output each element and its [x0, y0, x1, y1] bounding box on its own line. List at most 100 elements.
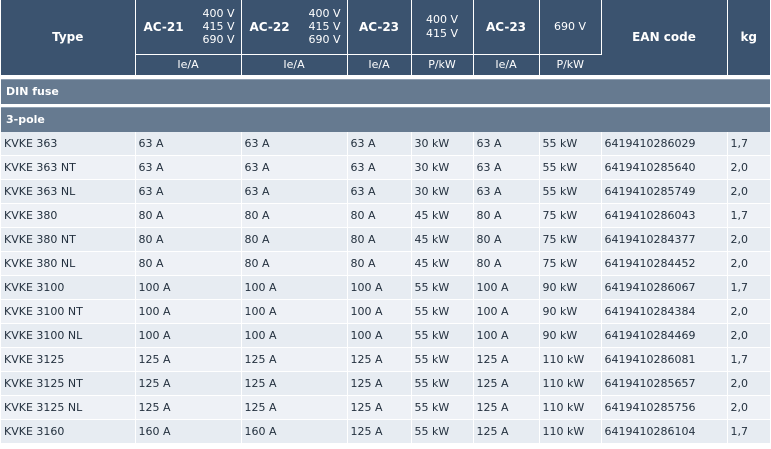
col-header-ac22: AC-22 400 V 415 V 690 V [241, 0, 348, 55]
col-header-volts-690: 690 V [539, 0, 602, 55]
cell-ac22-ie: 160 A [241, 419, 348, 444]
cell-ac21-ie: 80 A [135, 227, 242, 252]
table-row: KVKE 380 80 A 80 A 80 A 45 kW 80 A 75 kW 641941… [1, 203, 770, 228]
ac21-label: AC-21 [143, 19, 184, 34]
unit-ie-a-3: Ie/A [347, 54, 412, 76]
unit-p-kw-2: P/kW [539, 54, 601, 76]
table-row: KVKE 3125 125 A 125 A 125 A 55 kW 125 A 110 kW… [1, 347, 770, 372]
unit-ie-a-2: Ie/A [241, 54, 348, 76]
cell-ac23-ie-690: 125 A [473, 347, 540, 372]
cell-ean: 6419410286029 [601, 131, 728, 156]
table-row: KVKE 3125 NT 125 A 125 A 125 A 55 kW 125 A 110… [1, 371, 770, 396]
cell-ac23-ie-690: 80 A [473, 227, 540, 252]
cell-ac23-p-690: 110 kW [539, 347, 602, 372]
cell-ean: 6419410286043 [601, 203, 728, 228]
ac22-volts: 400 V 415 V 690 V [308, 7, 341, 47]
cell-ac21-ie: 63 A [135, 131, 242, 156]
cell-ac21-ie: 125 A [135, 395, 242, 420]
cell-type: KVKE 3100 NL [1, 323, 136, 348]
cell-ac23-ie: 100 A [347, 299, 412, 324]
cell-ac23-p-400: 55 kW [411, 299, 474, 324]
cell-ac22-ie: 63 A [241, 155, 348, 180]
cell-type: KVKE 3125 [1, 347, 136, 372]
section-din-fuse: DIN fuse [1, 78, 770, 104]
cell-kg: 2,0 [727, 179, 770, 204]
cell-ac23-p-690: 90 kW [539, 299, 602, 324]
table-row: KVKE 3100 NT 100 A 100 A 100 A 55 kW 100 A 90 … [1, 299, 770, 324]
cell-type: KVKE 3100 [1, 275, 136, 300]
cell-kg: 1,7 [727, 131, 770, 156]
cell-kg: 2,0 [727, 395, 770, 420]
cell-ac23-ie: 100 A [347, 275, 412, 300]
col-header-ac23-a: AC-23 [347, 0, 412, 55]
cell-ean: 6419410284469 [601, 323, 728, 348]
ac21-volts: 400 V 415 V 690 V [202, 7, 235, 47]
cell-kg: 1,7 [727, 347, 770, 372]
cell-ac23-ie: 63 A [347, 131, 412, 156]
cell-type: KVKE 363 [1, 131, 136, 156]
cell-ac23-ie: 80 A [347, 227, 412, 252]
cell-ac23-ie-690: 100 A [473, 275, 540, 300]
cell-ac23-p-400: 30 kW [411, 179, 474, 204]
table-row: KVKE 3125 NL 125 A 125 A 125 A 55 kW 125 A 110… [1, 395, 770, 420]
col-header-type: Type [1, 0, 136, 76]
section-3-pole: 3-pole [1, 106, 770, 132]
cell-kg: 2,0 [727, 323, 770, 348]
cell-ac23-ie: 100 A [347, 323, 412, 348]
cell-ac21-ie: 100 A [135, 299, 242, 324]
table-row: KVKE 3100 100 A 100 A 100 A 55 kW 100 A 90 kW 6… [1, 275, 770, 300]
table-row: KVKE 363 NL 63 A 63 A 63 A 30 kW 63 A 55 kW 641… [1, 179, 770, 204]
cell-ac21-ie: 100 A [135, 275, 242, 300]
table-row: KVKE 363 NT 63 A 63 A 63 A 30 kW 63 A 55 kW 641… [1, 155, 770, 180]
col-header-ac23-b: AC-23 [473, 0, 540, 55]
cell-ac22-ie: 125 A [241, 347, 348, 372]
cell-ac21-ie: 63 A [135, 179, 242, 204]
cell-ac23-ie-690: 125 A [473, 395, 540, 420]
cell-kg: 1,7 [727, 275, 770, 300]
cell-ac22-ie: 100 A [241, 323, 348, 348]
cell-ac22-ie: 125 A [241, 395, 348, 420]
cell-ac23-p-690: 75 kW [539, 203, 602, 228]
cell-ac23-p-690: 110 kW [539, 371, 602, 396]
cell-ac22-ie: 125 A [241, 371, 348, 396]
cell-kg: 2,0 [727, 371, 770, 396]
cell-ac23-p-400: 55 kW [411, 419, 474, 444]
cell-type: KVKE 380 NL [1, 251, 136, 276]
cell-kg: 1,7 [727, 203, 770, 228]
cell-ac23-p-690: 55 kW [539, 179, 602, 204]
unit-ie-a-4: Ie/A [473, 54, 540, 76]
cell-ac23-ie: 63 A [347, 155, 412, 180]
cell-kg: 2,0 [727, 155, 770, 180]
cell-ac23-ie-690: 100 A [473, 323, 540, 348]
cell-type: KVKE 3100 NT [1, 299, 136, 324]
cell-kg: 2,0 [727, 299, 770, 324]
cell-ean: 6419410285756 [601, 395, 728, 420]
cell-ac21-ie: 80 A [135, 203, 242, 228]
cell-ac22-ie: 100 A [241, 299, 348, 324]
cell-ac23-p-400: 55 kW [411, 347, 474, 372]
table-row: KVKE 363 63 A 63 A 63 A 30 kW 63 A 55 kW 641941… [1, 131, 770, 156]
cell-ac23-ie-690: 80 A [473, 251, 540, 276]
cell-kg: 1,7 [727, 419, 770, 444]
cell-ean: 6419410286104 [601, 419, 728, 444]
ac22-label: AC-22 [249, 19, 290, 34]
cell-ac23-p-690: 55 kW [539, 155, 602, 180]
col-header-ean: EAN code [601, 0, 728, 76]
cell-ac23-ie-690: 63 A [473, 179, 540, 204]
col-header-kg: kg [727, 0, 770, 76]
cell-ac23-p-400: 30 kW [411, 131, 474, 156]
table-row: KVKE 380 NL 80 A 80 A 80 A 45 kW 80 A 75 kW 641… [1, 251, 770, 276]
cell-ac21-ie: 63 A [135, 155, 242, 180]
cell-ac23-p-400: 55 kW [411, 323, 474, 348]
cell-ac23-ie-690: 100 A [473, 299, 540, 324]
cell-ac23-ie-690: 125 A [473, 371, 540, 396]
cell-ac23-ie-690: 125 A [473, 419, 540, 444]
cell-ac21-ie: 80 A [135, 251, 242, 276]
cell-kg: 2,0 [727, 227, 770, 252]
cell-ean: 6419410286081 [601, 347, 728, 372]
cell-ean: 6419410285640 [601, 155, 728, 180]
col-header-ac21: AC-21 400 V 415 V 690 V [135, 0, 242, 55]
unit-ie-a-1: Ie/A [135, 54, 242, 76]
cell-ac23-p-690: 110 kW [539, 419, 602, 444]
cell-ac23-ie: 125 A [347, 371, 412, 396]
